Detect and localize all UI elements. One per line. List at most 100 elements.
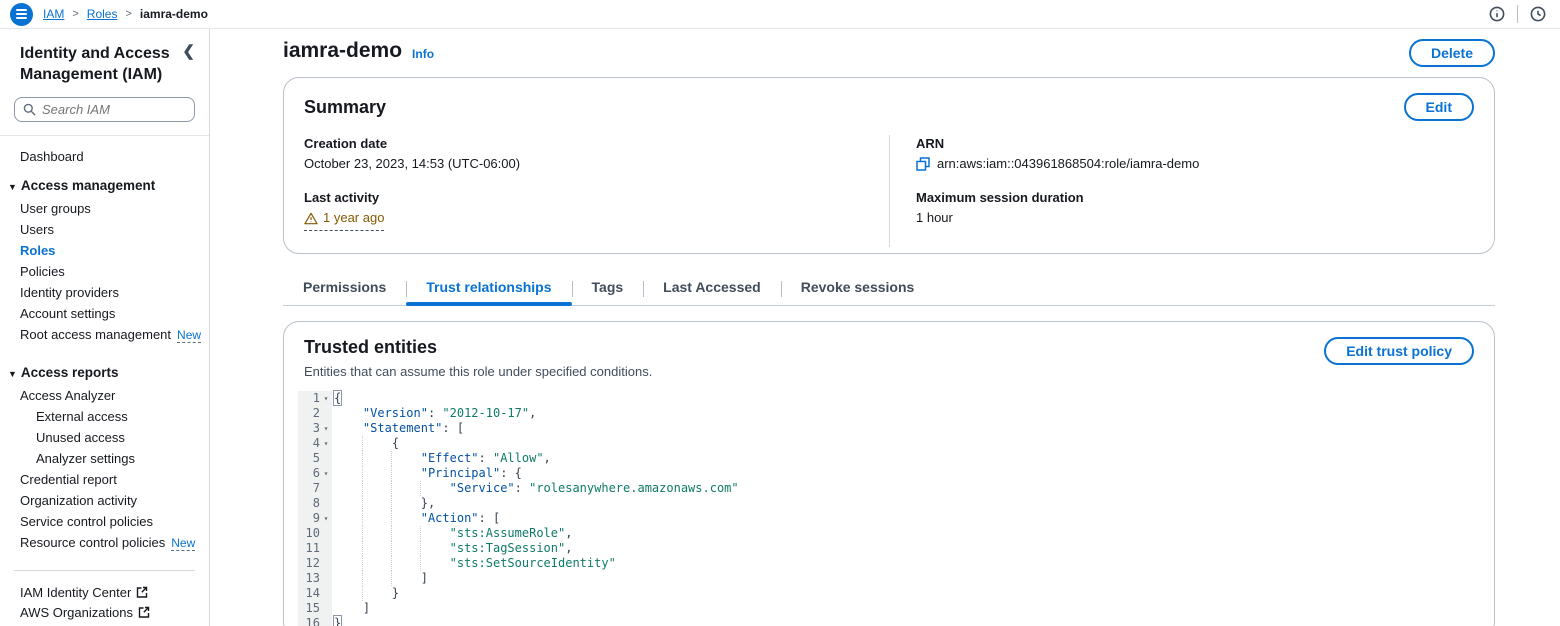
creation-date-label: Creation date <box>304 135 889 153</box>
max-session-label: Maximum session duration <box>916 189 1474 207</box>
breadcrumb-link-roles[interactable]: Roles <box>87 7 118 21</box>
fold-toggle-icon[interactable]: ▾ <box>320 421 332 436</box>
fold-spacer <box>320 541 332 556</box>
code-line: 5 "Effect": "Allow", <box>298 451 1480 466</box>
sidebar-item-policies[interactable]: Policies <box>0 261 209 282</box>
line-number: 10 <box>298 526 332 541</box>
hamburger-menu-icon[interactable] <box>10 3 33 26</box>
copy-icon[interactable] <box>916 157 930 171</box>
triangle-down-icon: ▼ <box>8 182 17 192</box>
line-number: 9▾ <box>298 511 332 526</box>
sidebar-item-root-access-management[interactable]: Root access managementNew <box>0 324 209 346</box>
trusted-entities-description: Entities that can assume this role under… <box>304 364 652 379</box>
triangle-down-icon: ▼ <box>8 369 17 379</box>
sidebar-item-identity-providers[interactable]: Identity providers <box>0 282 209 303</box>
sidebar-item-iam-identity-center[interactable]: IAM Identity Center <box>0 583 209 603</box>
code-line: 4▾ { <box>298 436 1480 451</box>
fold-spacer <box>320 526 332 541</box>
line-number: 5 <box>298 451 332 466</box>
summary-card: Summary Edit Creation date October 23, 2… <box>283 77 1495 254</box>
sidebar-title: Identity and Access Management (IAM) <box>20 43 170 85</box>
breadcrumb-link-iam[interactable]: IAM <box>43 7 64 21</box>
sidebar-item-dashboard[interactable]: Dashboard <box>0 146 209 167</box>
sidebar-item-roles[interactable]: Roles <box>0 240 209 261</box>
last-activity-value[interactable]: 1 year ago <box>304 209 384 231</box>
tab-revoke-sessions[interactable]: Revoke sessions <box>781 274 935 305</box>
chevron-left-icon[interactable]: ❮ <box>182 43 195 85</box>
code-line: 1▾{ <box>298 391 1480 406</box>
sidebar-item-user-groups[interactable]: User groups <box>0 198 209 219</box>
fold-spacer <box>320 616 332 626</box>
cursor-bracket: } <box>334 616 341 626</box>
tab-trust-relationships[interactable]: Trust relationships <box>406 274 571 305</box>
sidebar-item-resource-control-policies[interactable]: Resource control policiesNew <box>0 532 209 554</box>
fold-spacer <box>320 556 332 571</box>
sidebar-item-credential-report[interactable]: Credential report <box>0 469 209 490</box>
sidebar-item-users[interactable]: Users <box>0 219 209 240</box>
sidebar-nav: Dashboard ▼Access managementUser groupsUs… <box>0 136 209 623</box>
max-session-value: 1 hour <box>916 209 1474 227</box>
fold-spacer <box>320 601 332 616</box>
arn-label: ARN <box>916 135 1474 153</box>
code-line: 7 "Service": "rolesanywhere.amazonaws.co… <box>298 481 1480 496</box>
line-number: 12 <box>298 556 332 571</box>
tab-last-accessed[interactable]: Last Accessed <box>643 274 781 305</box>
line-number: 1▾ <box>298 391 332 406</box>
summary-title: Summary <box>304 97 386 118</box>
chevron-right-icon: > <box>125 8 131 20</box>
search-box[interactable] <box>14 97 195 122</box>
sidebar-item-unused-access[interactable]: Unused access <box>0 427 209 448</box>
fold-toggle-icon[interactable]: ▾ <box>320 436 332 451</box>
sidebar-item-service-control-policies[interactable]: Service control policies <box>0 511 209 532</box>
sidebar-section-access-management[interactable]: ▼Access management <box>0 175 209 198</box>
sidebar-divider <box>14 570 195 571</box>
line-number: 3▾ <box>298 421 332 436</box>
line-number: 6▾ <box>298 466 332 481</box>
sidebar-item-analyzer-settings[interactable]: Analyzer settings <box>0 448 209 469</box>
cursor-bracket: { <box>334 391 341 405</box>
fold-spacer <box>320 481 332 496</box>
code-line: 15 ] <box>298 601 1480 616</box>
nav-spacer <box>0 346 209 354</box>
sidebar-item-account-settings[interactable]: Account settings <box>0 303 209 324</box>
clock-icon[interactable] <box>1530 6 1546 22</box>
external-link-icon <box>138 606 150 618</box>
sidebar-item-access-analyzer[interactable]: Access Analyzer <box>0 385 209 406</box>
edit-trust-policy-button[interactable]: Edit trust policy <box>1324 337 1474 365</box>
new-badge[interactable]: New <box>177 328 201 343</box>
fold-toggle-icon[interactable]: ▾ <box>320 391 332 406</box>
sidebar-item-aws-organizations[interactable]: AWS Organizations <box>0 603 209 623</box>
new-badge[interactable]: New <box>171 536 195 551</box>
code-line: 12 "sts:SetSourceIdentity" <box>298 556 1480 571</box>
tab-tags[interactable]: Tags <box>572 274 644 305</box>
delete-button[interactable]: Delete <box>1409 39 1495 67</box>
edit-button[interactable]: Edit <box>1404 93 1474 121</box>
line-number: 8 <box>298 496 332 511</box>
warning-icon <box>304 212 318 225</box>
tab-permissions[interactable]: Permissions <box>283 274 406 305</box>
last-activity-label: Last activity <box>304 189 889 207</box>
sidebar-item-organization-activity[interactable]: Organization activity <box>0 490 209 511</box>
sidebar-section-access-reports[interactable]: ▼Access reports <box>0 362 209 385</box>
search-input[interactable] <box>42 102 186 117</box>
line-number: 11 <box>298 541 332 556</box>
policy-json-editor[interactable]: 1▾{2 "Version": "2012-10-17",3▾ "Stateme… <box>298 391 1480 626</box>
fold-toggle-icon[interactable]: ▾ <box>320 511 332 526</box>
code-line: 16} <box>298 616 1480 626</box>
info-link[interactable]: Info <box>412 47 434 61</box>
arn-value: arn:aws:iam::043961868504:role/iamra-dem… <box>937 155 1199 173</box>
info-icon[interactable] <box>1489 6 1505 22</box>
topbar-divider <box>1517 5 1518 23</box>
fold-toggle-icon[interactable]: ▾ <box>320 466 332 481</box>
fold-spacer <box>320 451 332 466</box>
fold-spacer <box>320 586 332 601</box>
code-line: 8 }, <box>298 496 1480 511</box>
fold-spacer <box>320 571 332 586</box>
sidebar: Identity and Access Management (IAM) ❮ D… <box>0 29 210 626</box>
line-number: 13 <box>298 571 332 586</box>
line-number: 7 <box>298 481 332 496</box>
main-content: iamra-demo Info Delete Summary Edit Crea… <box>210 29 1560 626</box>
code-line: 2 "Version": "2012-10-17", <box>298 406 1480 421</box>
breadcrumb: IAM > Roles > iamra-demo <box>43 7 208 21</box>
sidebar-item-external-access[interactable]: External access <box>0 406 209 427</box>
